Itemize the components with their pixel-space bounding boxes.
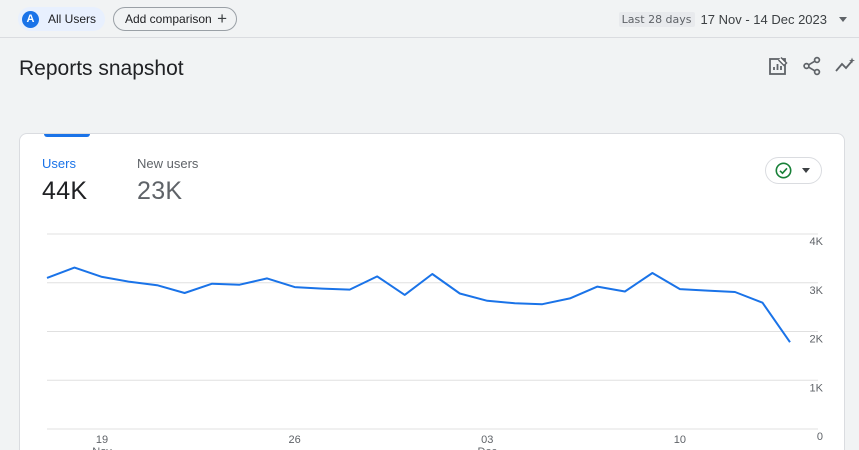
- date-range-dates: 17 Nov - 14 Dec 2023: [700, 11, 827, 27]
- active-tab-indicator: [44, 134, 90, 137]
- metric-value: 44K: [42, 177, 88, 205]
- comparison-label: All Users: [48, 12, 97, 26]
- metric-label: Users: [42, 156, 76, 171]
- comparison-avatar: A: [22, 10, 39, 28]
- metric-tab-users[interactable]: Users 44K: [42, 156, 87, 206]
- metric-value: 23K: [137, 177, 183, 205]
- metric-label: New users: [137, 156, 199, 171]
- page-actions: [757, 54, 859, 78]
- page-title: Reports snapshot: [19, 57, 184, 80]
- date-range-period: Last 28 days: [618, 11, 695, 27]
- insight-status-button[interactable]: [765, 157, 822, 184]
- dropdown-caret-icon: [802, 168, 810, 173]
- date-range-picker[interactable]: Last 28 days 17 Nov - 14 Dec 2023: [618, 11, 847, 27]
- check-circle-icon: [775, 162, 792, 179]
- add-comparison-button[interactable]: Add comparison +: [113, 7, 237, 31]
- customize-report-icon[interactable]: [765, 54, 791, 78]
- add-comparison-label: Add comparison: [125, 12, 212, 26]
- top-bar: A All Users Add comparison + Last 28 day…: [0, 0, 859, 38]
- metric-tab-new-users[interactable]: New users 23K: [137, 156, 198, 206]
- insights-icon[interactable]: [833, 54, 859, 78]
- plus-icon: +: [217, 9, 227, 28]
- comparison-chip-all-users[interactable]: A All Users: [18, 7, 105, 31]
- dropdown-caret-icon: [839, 16, 847, 22]
- users-overview-card: Users 44K New users 23K: [19, 133, 845, 450]
- share-icon[interactable]: [799, 54, 825, 78]
